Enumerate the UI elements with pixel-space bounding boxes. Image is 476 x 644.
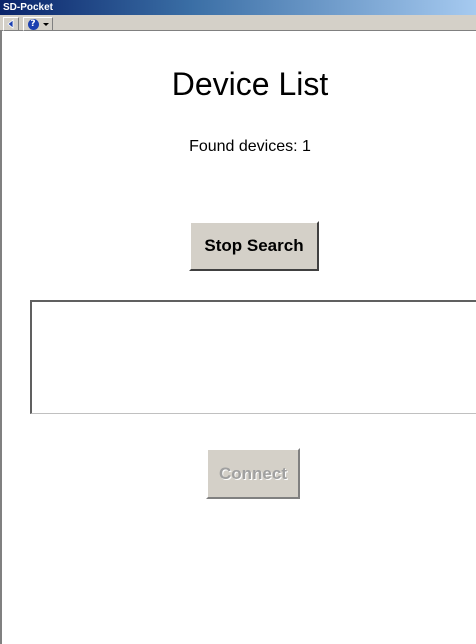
page-title: Device List — [171, 66, 329, 102]
help-button[interactable]: ? — [23, 17, 53, 31]
window-title: SD-Pocket — [3, 2, 54, 13]
title-bar: SD-Pocket — [0, 0, 476, 15]
stop-search-button[interactable]: Stop Search — [189, 221, 319, 271]
connect-button[interactable]: Connect — [206, 448, 300, 499]
app-window: SD-Pocket ? Device List Found devices: 1… — [0, 0, 476, 644]
back-arrow-icon — [7, 19, 14, 29]
found-devices-status: Found devices: 1 — [189, 138, 311, 155]
device-list[interactable] — [30, 300, 476, 414]
back-button[interactable] — [3, 17, 19, 31]
help-icon: ? — [27, 18, 39, 30]
chevron-down-icon — [42, 22, 49, 26]
toolbar: ? — [0, 15, 476, 31]
